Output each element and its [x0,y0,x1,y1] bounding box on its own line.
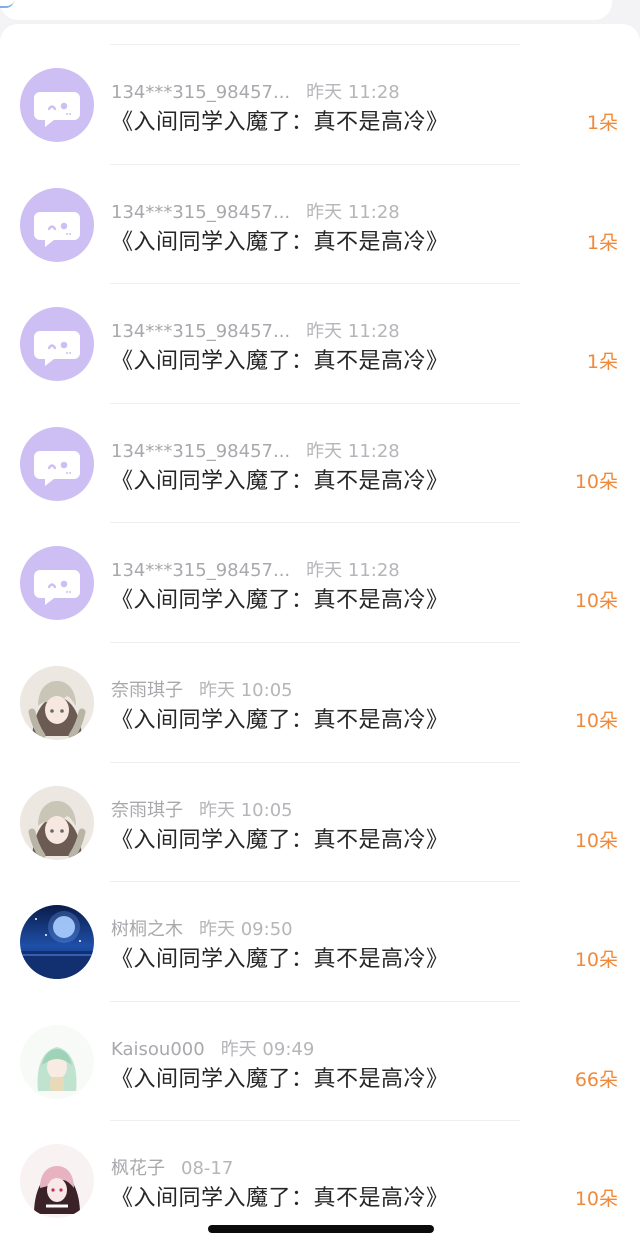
row-meta: 枫花子 08-17 [111,1154,234,1180]
book-title: 《入间同学入魔了：真不是高冷》 [111,1186,449,1212]
gift-time: 昨天 11:28 [306,560,400,582]
book-title: 《入间同学入魔了：真不是高冷》 [111,349,449,375]
bot-avatar[interactable] [20,307,94,382]
row-meta: 奈雨琪子 昨天 10:05 [111,796,293,822]
row-meta: 134***315_98457... 昨天 11:28 [111,198,400,223]
row-meta: Kaisou000 昨天 09:49 [111,1035,315,1060]
sender-name[interactable]: 134***315_98457... [111,82,290,103]
row-divider [110,761,520,763]
flower-count: 10朵 [574,1188,618,1211]
sender-name[interactable]: Kaisou000 [111,1039,205,1060]
previous-card-edge [0,0,14,8]
book-title: 《入间同学入魔了：真不是高冷》 [111,708,449,733]
row-divider [110,1120,520,1122]
bot-avatar[interactable] [20,426,94,501]
row-meta: 134***315_98457... 昨天 11:28 [111,317,400,343]
list-item[interactable]: 134***315_98457... 昨天 11:28 《入间同学入魔了：真不是高… [0,24,640,144]
flower-count: 1朵 [586,112,618,134]
flower-count: 66朵 [574,1068,618,1091]
row-divider [110,881,520,883]
flower-count: 1朵 [586,351,618,374]
sender-name[interactable]: 奈雨琪子 [111,676,183,702]
row-meta: 134***315_98457... 昨天 11:28 [111,437,400,462]
list-item[interactable]: 奈雨琪子 昨天 10:05 《入间同学入魔了：真不是高冷》 10朵 [0,742,640,862]
gift-time: 昨天 11:28 [306,440,400,462]
sender-name[interactable]: 134***315_98457... [111,321,290,342]
sender-name[interactable]: 134***315_98457... [111,560,290,581]
sender-name[interactable]: 枫花子 [111,1154,165,1180]
pink-hair-avatar[interactable] [20,1144,94,1219]
list-item[interactable]: 134***315_98457... 昨天 11:28 《入间同学入魔了：真不是高… [0,144,640,264]
list-item[interactable]: 134***315_98457... 昨天 11:28 《入间同学入魔了：真不是高… [0,502,640,622]
sender-name[interactable]: 奈雨琪子 [111,796,183,822]
gift-time: 昨天 10:05 [199,799,293,821]
flower-count: 10朵 [574,590,618,613]
sender-name[interactable]: 树桐之木 [111,915,183,941]
gift-time: 昨天 11:28 [306,201,400,223]
night-sky-avatar[interactable] [20,905,94,980]
row-divider [110,642,520,643]
book-title: 《入间同学入魔了：真不是高冷》 [111,229,449,255]
book-title: 《入间同学入魔了：真不是高冷》 [111,588,449,614]
list-item[interactable]: 134***315_98457... 昨天 11:28 《入间同学入魔了：真不是高… [0,263,640,383]
row-meta: 奈雨琪子 昨天 10:05 [111,676,293,702]
gift-time: 昨天 10:05 [199,680,293,701]
gift-time: 昨天 09:50 [199,919,293,941]
anime-girl-avatar[interactable] [20,785,94,860]
gift-record-list: 134***315_98457... 昨天 11:28 《入间同学入魔了：真不是高… [0,24,640,1247]
row-divider [110,522,520,524]
row-divider [110,283,520,285]
flower-count: 10朵 [574,829,618,852]
list-item[interactable]: 枫花子 08-17 《入间同学入魔了：真不是高冷》 10朵 [0,1100,640,1220]
row-meta: 134***315_98457... 昨天 11:28 [111,556,400,582]
row-meta: 树桐之木 昨天 09:50 [111,915,293,941]
sender-name[interactable]: 134***315_98457... [111,441,290,462]
flower-count: 10朵 [574,949,618,972]
gift-time: 昨天 11:28 [306,321,400,343]
flower-count: 10朵 [574,470,618,493]
book-title: 《入间同学入魔了：真不是高冷》 [111,468,449,494]
home-indicator[interactable] [208,1225,434,1233]
gift-time: 昨天 09:49 [220,1038,315,1060]
book-title: 《入间同学入魔了：真不是高冷》 [111,827,449,853]
list-item[interactable]: 奈雨琪子 昨天 10:05 《入间同学入魔了：真不是高冷》 10朵 [0,622,640,742]
row-divider [110,1000,520,1002]
book-title: 《入间同学入魔了：真不是高冷》 [111,947,449,973]
book-title: 《入间同学入魔了：真不是高冷》 [111,110,449,135]
gift-time: 08-17 [181,1158,234,1180]
row-divider [110,163,520,165]
bot-avatar[interactable] [20,68,94,142]
previous-section-card [0,0,612,20]
sender-name[interactable]: 134***315_98457... [111,202,290,223]
row-divider [110,402,520,404]
row-meta: 134***315_98457... 昨天 11:28 [111,78,400,103]
list-item[interactable]: Kaisou000 昨天 09:49 《入间同学入魔了：真不是高冷》 66朵 [0,981,640,1101]
bot-avatar[interactable] [20,187,94,262]
bot-avatar[interactable] [20,546,94,621]
flower-count: 1朵 [586,231,618,254]
gift-time: 昨天 11:28 [306,82,400,103]
green-hair-avatar[interactable] [20,1024,94,1099]
anime-girl-avatar[interactable] [20,666,94,740]
book-title: 《入间同学入魔了：真不是高冷》 [111,1066,449,1092]
flower-count: 10朵 [574,710,618,732]
list-item[interactable]: 134***315_98457... 昨天 11:28 《入间同学入魔了：真不是高… [0,383,640,503]
row-divider [110,44,520,45]
list-item[interactable]: 树桐之木 昨天 09:50 《入间同学入魔了：真不是高冷》 10朵 [0,861,640,981]
